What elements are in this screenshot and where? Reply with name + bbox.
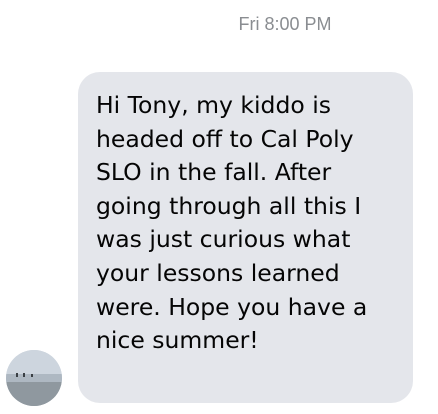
message-line: was just curious what [96,225,351,254]
beach-photo-icon [6,350,62,406]
message-line: SLO in the fall. After [96,158,332,187]
message-line: Hi Tony, my kiddo is [96,91,332,119]
message-line: your lessons learned [96,258,340,287]
sender-avatar[interactable] [6,350,62,406]
message-line: going through all this I [96,191,362,220]
message-timestamp: Fri 8:00 PM [238,14,332,34]
message-line: nice summer! [96,326,259,355]
message-bubble[interactable]: Hi Tony, my kiddo is headed off to Cal P… [78,72,413,403]
message-line: were. Hope you have a [96,292,368,321]
message-line: headed off to Cal Poly [96,124,354,153]
